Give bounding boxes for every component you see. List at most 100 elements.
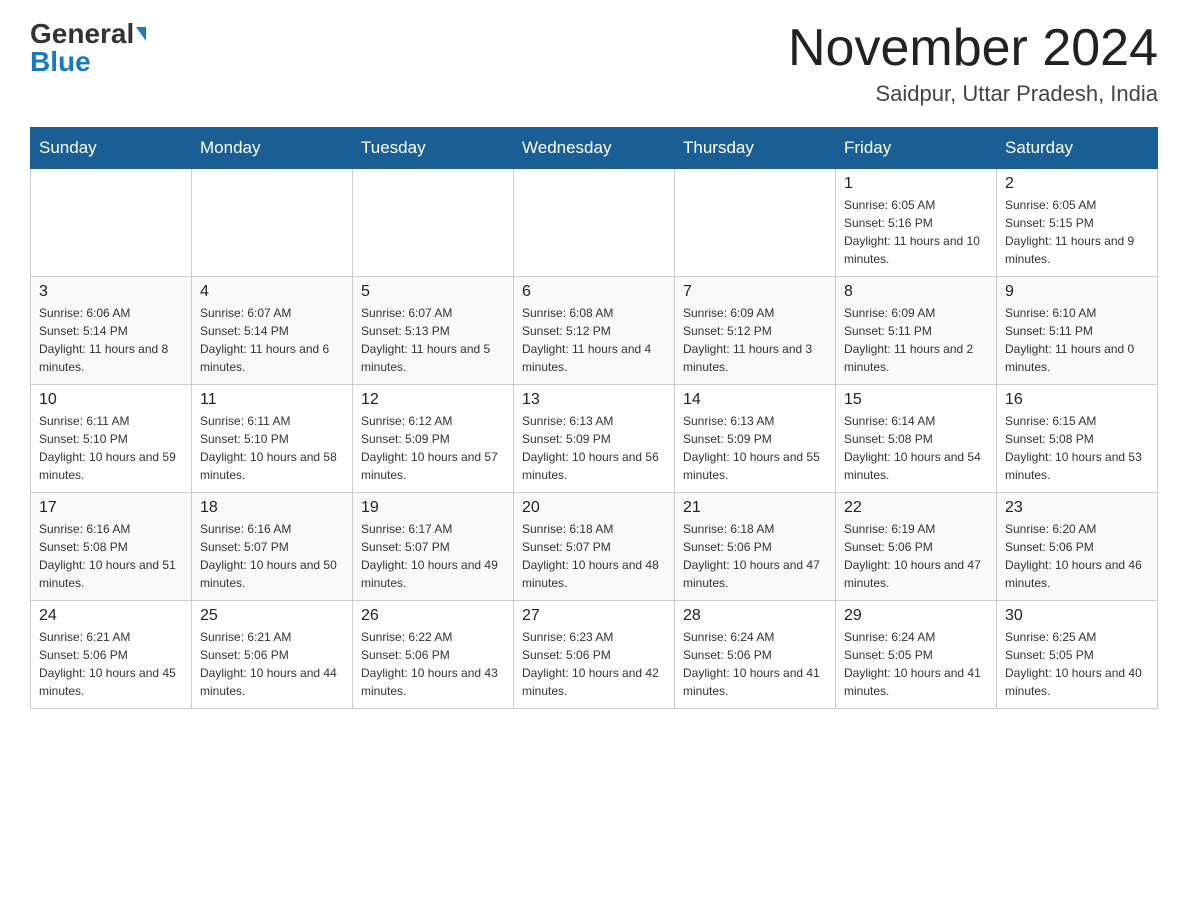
day-number: 18	[200, 499, 344, 517]
day-number: 10	[39, 391, 183, 409]
calendar-cell: 29 Sunrise: 6:24 AMSunset: 5:05 PMDayligh…	[836, 601, 997, 709]
title-area: November 2024 Saidpur, Uttar Pradesh, In…	[788, 20, 1158, 107]
week-row-1: 1 Sunrise: 6:05 AMSunset: 5:16 PMDaylight…	[31, 169, 1158, 277]
calendar-cell: 5 Sunrise: 6:07 AMSunset: 5:13 PMDaylight…	[353, 277, 514, 385]
month-title: November 2024	[788, 20, 1158, 77]
day-number: 13	[522, 391, 666, 409]
calendar-cell: 28Sunrise: 6:24 AMSunset: 5:06 PMDayligh…	[675, 601, 836, 709]
weekday-header-tuesday: Tuesday	[353, 128, 514, 169]
calendar-cell	[192, 169, 353, 277]
day-number: 19	[361, 499, 505, 517]
day-info: Sunrise: 6:07 AMSunset: 5:13 PMDaylight:…	[361, 304, 505, 376]
calendar-cell: 6 Sunrise: 6:08 AMSunset: 5:12 PMDaylight…	[514, 277, 675, 385]
week-row-5: 24 Sunrise: 6:21 AMSunset: 5:06 PMDayligh…	[31, 601, 1158, 709]
day-info: Sunrise: 6:22 AMSunset: 5:06 PMDaylight:…	[361, 628, 505, 700]
calendar-cell: 24 Sunrise: 6:21 AMSunset: 5:06 PMDayligh…	[31, 601, 192, 709]
day-info: Sunrise: 6:23 AMSunset: 5:06 PMDaylight:…	[522, 628, 666, 700]
calendar-cell	[353, 169, 514, 277]
day-number: 7	[683, 283, 827, 301]
week-row-4: 17 Sunrise: 6:16 AMSunset: 5:08 PMDayligh…	[31, 493, 1158, 601]
calendar-cell: 1 Sunrise: 6:05 AMSunset: 5:16 PMDaylight…	[836, 169, 997, 277]
day-info: Sunrise: 6:17 AMSunset: 5:07 PMDaylight:…	[361, 520, 505, 592]
calendar-cell: 18 Sunrise: 6:16 AMSunset: 5:07 PMDayligh…	[192, 493, 353, 601]
calendar-cell: 3 Sunrise: 6:06 AMSunset: 5:14 PMDaylight…	[31, 277, 192, 385]
calendar-cell: 19 Sunrise: 6:17 AMSunset: 5:07 PMDayligh…	[353, 493, 514, 601]
day-number: 6	[522, 283, 666, 301]
day-number: 28	[683, 607, 827, 625]
logo-triangle-icon	[136, 27, 146, 41]
day-number: 8	[844, 283, 988, 301]
day-number: 1	[844, 175, 988, 193]
day-number: 21	[683, 499, 827, 517]
calendar-cell: 21 Sunrise: 6:18 AMSunset: 5:06 PMDayligh…	[675, 493, 836, 601]
header-area: General Blue November 2024 Saidpur, Utta…	[30, 20, 1158, 107]
calendar-cell	[675, 169, 836, 277]
day-info: Sunrise: 6:21 AMSunset: 5:06 PMDaylight:…	[200, 628, 344, 700]
day-info: Sunrise: 6:08 AMSunset: 5:12 PMDaylight:…	[522, 304, 666, 376]
day-number: 25	[200, 607, 344, 625]
calendar-cell	[31, 169, 192, 277]
calendar-cell: 20 Sunrise: 6:18 AMSunset: 5:07 PMDayligh…	[514, 493, 675, 601]
day-number: 14	[683, 391, 827, 409]
day-number: 27	[522, 607, 666, 625]
day-info: Sunrise: 6:15 AMSunset: 5:08 PMDaylight:…	[1005, 412, 1149, 484]
weekday-header-saturday: Saturday	[997, 128, 1158, 169]
day-info: Sunrise: 6:14 AMSunset: 5:08 PMDaylight:…	[844, 412, 988, 484]
weekday-header-sunday: Sunday	[31, 128, 192, 169]
calendar-cell: 2Sunrise: 6:05 AMSunset: 5:15 PMDaylight…	[997, 169, 1158, 277]
logo-blue-text: Blue	[30, 48, 91, 76]
weekday-header-wednesday: Wednesday	[514, 128, 675, 169]
day-info: Sunrise: 6:07 AMSunset: 5:14 PMDaylight:…	[200, 304, 344, 376]
weekday-header-thursday: Thursday	[675, 128, 836, 169]
day-number: 26	[361, 607, 505, 625]
day-number: 12	[361, 391, 505, 409]
weekday-header-friday: Friday	[836, 128, 997, 169]
day-info: Sunrise: 6:21 AMSunset: 5:06 PMDaylight:…	[39, 628, 183, 700]
day-number: 24	[39, 607, 183, 625]
day-number: 22	[844, 499, 988, 517]
day-info: Sunrise: 6:13 AMSunset: 5:09 PMDaylight:…	[522, 412, 666, 484]
day-info: Sunrise: 6:09 AMSunset: 5:11 PMDaylight:…	[844, 304, 988, 376]
day-info: Sunrise: 6:10 AMSunset: 5:11 PMDaylight:…	[1005, 304, 1149, 376]
day-info: Sunrise: 6:16 AMSunset: 5:08 PMDaylight:…	[39, 520, 183, 592]
location-title: Saidpur, Uttar Pradesh, India	[788, 81, 1158, 107]
calendar-cell: 17 Sunrise: 6:16 AMSunset: 5:08 PMDayligh…	[31, 493, 192, 601]
logo-general-text: General	[30, 20, 134, 48]
day-info: Sunrise: 6:05 AMSunset: 5:16 PMDaylight:…	[844, 196, 988, 268]
day-number: 11	[200, 391, 344, 409]
day-info: Sunrise: 6:12 AMSunset: 5:09 PMDaylight:…	[361, 412, 505, 484]
week-row-2: 3 Sunrise: 6:06 AMSunset: 5:14 PMDaylight…	[31, 277, 1158, 385]
calendar-cell: 4 Sunrise: 6:07 AMSunset: 5:14 PMDaylight…	[192, 277, 353, 385]
calendar-cell: 26 Sunrise: 6:22 AMSunset: 5:06 PMDayligh…	[353, 601, 514, 709]
day-info: Sunrise: 6:11 AMSunset: 5:10 PMDaylight:…	[39, 412, 183, 484]
day-number: 17	[39, 499, 183, 517]
weekday-header-monday: Monday	[192, 128, 353, 169]
calendar-cell: 23Sunrise: 6:20 AMSunset: 5:06 PMDayligh…	[997, 493, 1158, 601]
day-number: 23	[1005, 499, 1149, 517]
day-info: Sunrise: 6:16 AMSunset: 5:07 PMDaylight:…	[200, 520, 344, 592]
day-info: Sunrise: 6:06 AMSunset: 5:14 PMDaylight:…	[39, 304, 183, 376]
day-info: Sunrise: 6:25 AMSunset: 5:05 PMDaylight:…	[1005, 628, 1149, 700]
calendar-cell: 22Sunrise: 6:19 AMSunset: 5:06 PMDayligh…	[836, 493, 997, 601]
calendar-cell: 10 Sunrise: 6:11 AMSunset: 5:10 PMDayligh…	[31, 385, 192, 493]
calendar-cell: 7 Sunrise: 6:09 AMSunset: 5:12 PMDaylight…	[675, 277, 836, 385]
day-info: Sunrise: 6:24 AMSunset: 5:05 PMDaylight:…	[844, 628, 988, 700]
day-number: 30	[1005, 607, 1149, 625]
day-info: Sunrise: 6:18 AMSunset: 5:06 PMDaylight:…	[683, 520, 827, 592]
calendar-cell: 15 Sunrise: 6:14 AMSunset: 5:08 PMDayligh…	[836, 385, 997, 493]
day-info: Sunrise: 6:13 AMSunset: 5:09 PMDaylight:…	[683, 412, 827, 484]
calendar-cell: 11Sunrise: 6:11 AMSunset: 5:10 PMDayligh…	[192, 385, 353, 493]
day-number: 15	[844, 391, 988, 409]
calendar-cell: 12 Sunrise: 6:12 AMSunset: 5:09 PMDayligh…	[353, 385, 514, 493]
day-number: 4	[200, 283, 344, 301]
calendar-cell: 25 Sunrise: 6:21 AMSunset: 5:06 PMDayligh…	[192, 601, 353, 709]
day-info: Sunrise: 6:18 AMSunset: 5:07 PMDaylight:…	[522, 520, 666, 592]
day-number: 20	[522, 499, 666, 517]
calendar-cell	[514, 169, 675, 277]
day-info: Sunrise: 6:09 AMSunset: 5:12 PMDaylight:…	[683, 304, 827, 376]
calendar-cell: 30 Sunrise: 6:25 AMSunset: 5:05 PMDayligh…	[997, 601, 1158, 709]
day-number: 29	[844, 607, 988, 625]
calendar-body: 1 Sunrise: 6:05 AMSunset: 5:16 PMDaylight…	[31, 169, 1158, 709]
day-number: 5	[361, 283, 505, 301]
day-number: 3	[39, 283, 183, 301]
